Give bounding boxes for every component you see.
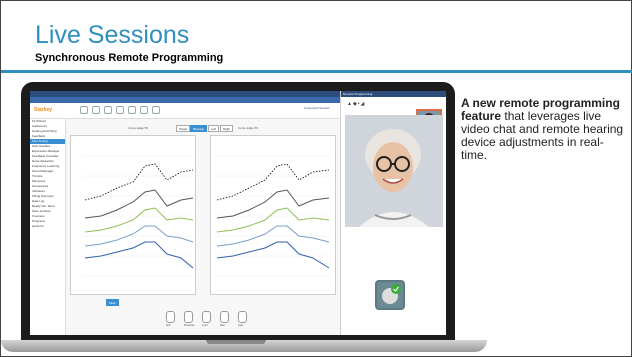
level-knob-label: Gain xyxy=(238,324,244,327)
level-knob[interactable] xyxy=(184,311,193,323)
print-icon[interactable] xyxy=(128,106,136,114)
slide-subtitle: Synchronous Remote Programming xyxy=(35,52,224,64)
title-divider xyxy=(1,70,632,73)
chart-controls: Curve Edge 55 Single Binaural Left Right… xyxy=(66,125,340,133)
level-knobs: Soft Moderate Loud Max Gain xyxy=(166,311,256,329)
level-knob-label: Moderate xyxy=(184,324,195,327)
ear-icon[interactable] xyxy=(104,106,112,114)
level-knob[interactable] xyxy=(238,311,247,323)
patient-video: ■ ♦ ✿ ☎ xyxy=(345,115,443,227)
level-knob[interactable] xyxy=(166,311,175,323)
sidebar: Fit Wizard Audiometry Hearing Aid Fitting F… xyxy=(30,119,66,335)
level-knob[interactable] xyxy=(220,311,229,323)
single-button[interactable]: Single xyxy=(176,125,191,132)
slide-title: Live Sessions xyxy=(35,21,190,49)
laptop-screen: Starkey Connected Session Fit Wizard Audi… xyxy=(30,91,446,335)
left-gain-chart xyxy=(70,135,196,295)
app-logo-icon xyxy=(375,280,405,310)
level-knob[interactable] xyxy=(202,311,211,323)
settings-icon[interactable] xyxy=(116,106,124,114)
logo-graphic xyxy=(382,284,401,304)
right-gain-chart xyxy=(210,135,336,295)
right-curve-label: Curve Edge 55 xyxy=(238,126,259,130)
slide: Live Sessions Synchronous Remote Program… xyxy=(0,0,632,357)
left-curve-label: Curve Edge 55 xyxy=(128,126,149,130)
level-knob-label: Soft xyxy=(166,324,171,327)
mute-button[interactable]: Mute xyxy=(106,299,119,306)
bottom-controls: Mute xyxy=(66,299,340,307)
binaural-button[interactable]: Binaural xyxy=(190,125,208,132)
fitting-main: Curve Edge 55 Single Binaural Left Right… xyxy=(66,119,340,335)
connection-status: Connected Session xyxy=(303,106,330,110)
video-panel-title: Remote Programming xyxy=(343,92,373,96)
sidebar-item[interactable]: Quick Fit xyxy=(30,224,65,229)
signal-icon: ▲◆•◢ xyxy=(347,101,366,107)
clock-icon[interactable] xyxy=(92,106,100,114)
left-button[interactable]: Left xyxy=(208,125,220,132)
patient-image xyxy=(345,115,443,227)
redo-icon[interactable] xyxy=(152,106,160,114)
brand-logo: Starkey xyxy=(34,107,53,113)
video-panel: Remote Programming ▲◆•◢ xyxy=(340,91,446,335)
right-button[interactable]: Right xyxy=(220,125,234,132)
left-gain-curves xyxy=(81,155,194,277)
level-knob-label: Max xyxy=(220,324,225,327)
undo-icon[interactable] xyxy=(140,106,148,114)
right-gain-curves xyxy=(215,155,330,277)
video-panel-header: Remote Programming xyxy=(341,91,446,97)
home-icon[interactable] xyxy=(80,106,88,114)
level-knob-label: Loud xyxy=(202,324,208,327)
laptop-notch xyxy=(206,340,266,344)
app-toolbar: Starkey Connected Session xyxy=(30,103,340,119)
feature-description: A new remote programming feature that le… xyxy=(461,97,627,162)
